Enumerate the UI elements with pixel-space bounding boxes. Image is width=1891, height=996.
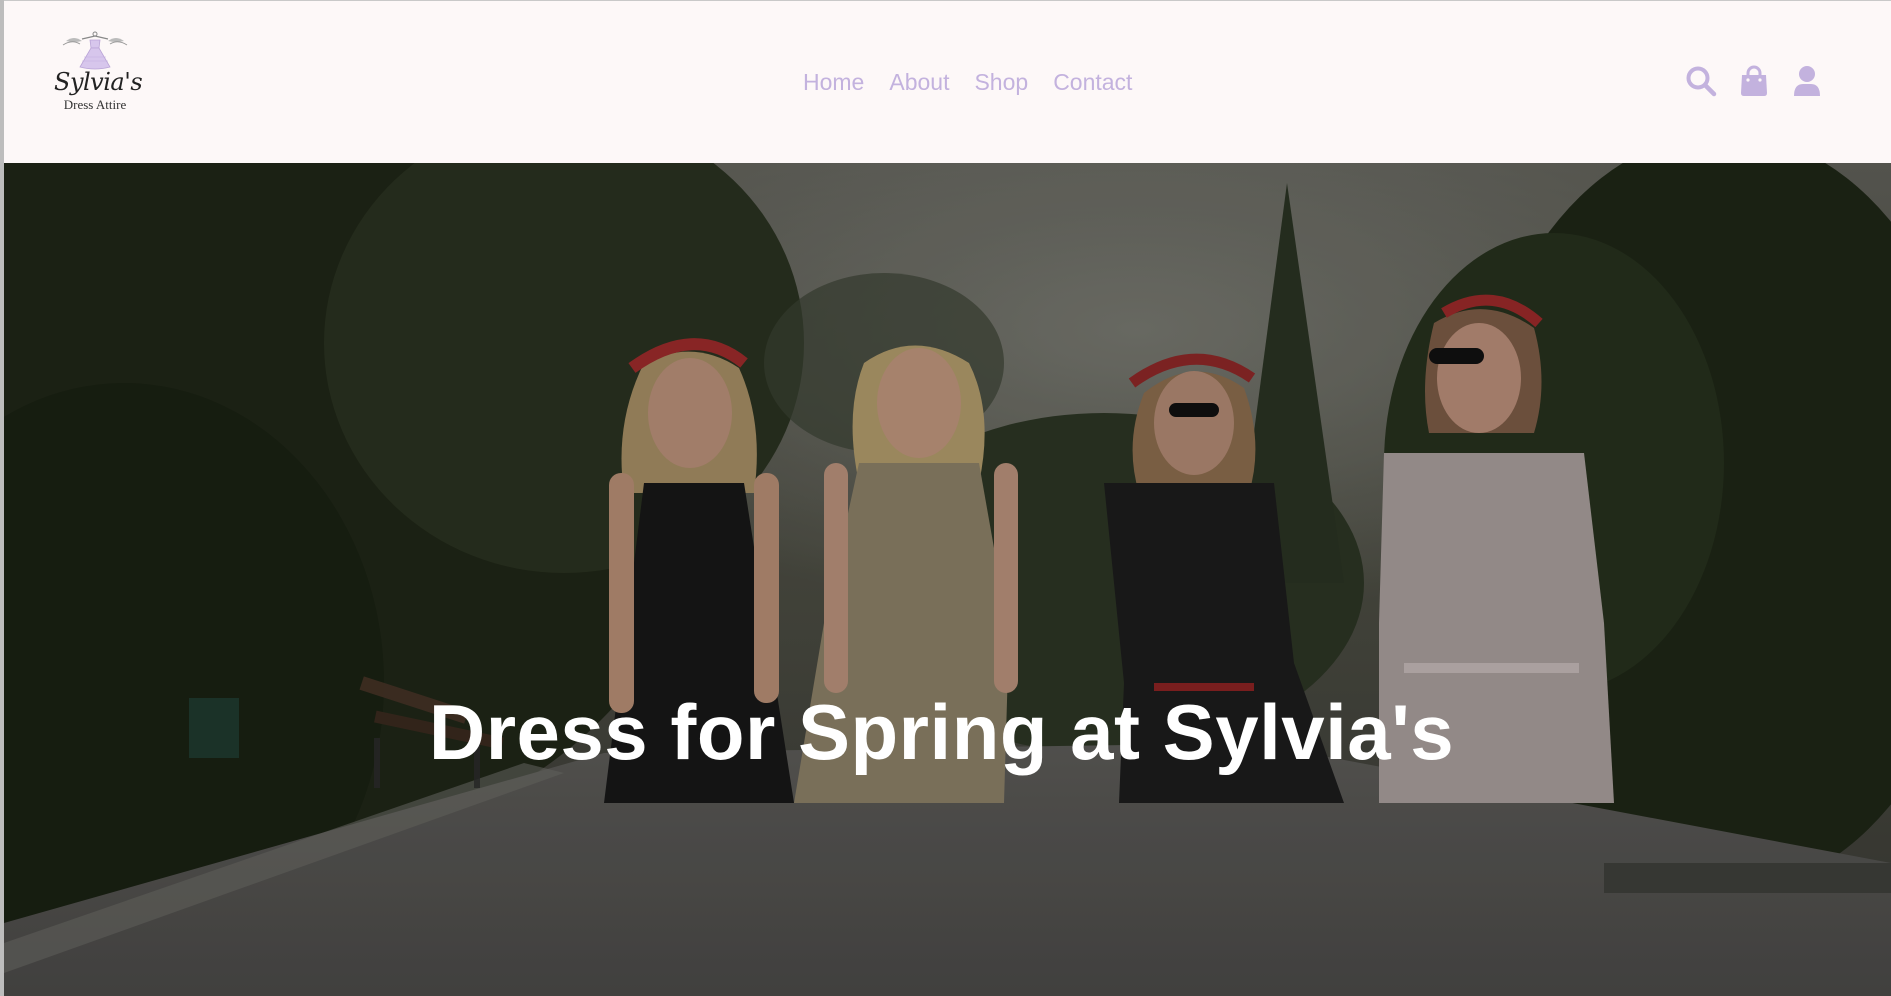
nav-link-contact[interactable]: Contact: [1053, 68, 1132, 96]
header-actions: [1684, 64, 1823, 97]
nav-link-about[interactable]: About: [889, 68, 949, 96]
nav-link-home[interactable]: Home: [803, 68, 864, 96]
logo-wordmark: Sylvia's: [54, 68, 143, 96]
user-icon: [1793, 65, 1820, 96]
hero-background-image: [4, 163, 1891, 996]
account-button[interactable]: [1790, 64, 1823, 97]
page: Sylvia's Dress Attire Home About Shop Co…: [0, 0, 1891, 996]
dress-hanger-icon: [62, 31, 128, 70]
nav-link-shop[interactable]: Shop: [974, 68, 1028, 96]
search-icon: [1686, 66, 1716, 96]
site-logo[interactable]: Sylvia's Dress Attire: [54, 31, 143, 137]
logo-tagline: Dress Attire: [63, 97, 127, 112]
hero-title: Dress for Spring at Sylvia's: [428, 688, 1455, 776]
main-nav: Home About Shop Contact: [803, 68, 1157, 96]
cart-button[interactable]: [1737, 64, 1770, 97]
site-header: Sylvia's Dress Attire Home About Shop Co…: [4, 0, 1891, 163]
search-button[interactable]: [1684, 64, 1717, 97]
hero-banner: Dress for Spring at Sylvia's: [4, 163, 1891, 996]
shopping-bag-icon: [1740, 65, 1767, 96]
